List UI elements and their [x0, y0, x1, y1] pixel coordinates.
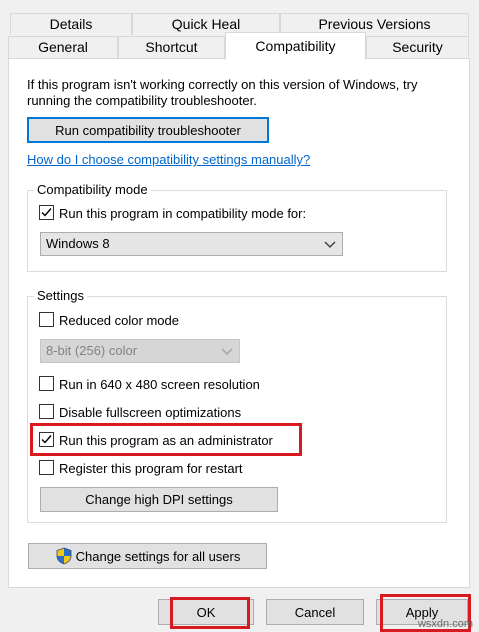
- cancel-button[interactable]: Cancel: [266, 599, 364, 625]
- compat-os-select[interactable]: Windows 8: [40, 232, 343, 256]
- tab-shortcut[interactable]: Shortcut: [118, 36, 225, 58]
- fullscreen-opt-label: Disable fullscreen optimizations: [59, 405, 242, 420]
- tab-compatibility-label: Compatibility: [255, 38, 336, 54]
- tab-general[interactable]: General: [8, 36, 118, 58]
- compat-mode-checkbox-label: Run this program in compatibility mode f…: [59, 206, 307, 221]
- change-all-users-button[interactable]: Change settings for all users: [28, 543, 267, 569]
- help-link[interactable]: How do I choose compatibility settings m…: [27, 152, 310, 168]
- color-depth-selected: 8-bit (256) color: [46, 343, 138, 358]
- run-troubleshooter-button[interactable]: Run compatibility troubleshooter: [27, 117, 269, 143]
- tab-details-label: Details: [49, 16, 93, 32]
- compatibility-panel: If this program isn't working correctly …: [8, 58, 470, 588]
- tab-general-label: General: [38, 39, 88, 55]
- uac-shield-icon: [56, 547, 72, 565]
- chevron-down-icon: [221, 348, 233, 355]
- tab-compatibility[interactable]: Compatibility: [225, 32, 366, 60]
- compatibility-mode-label: Compatibility mode: [34, 182, 151, 198]
- register-restart-checkbox[interactable]: [39, 460, 54, 475]
- intro-line-1: If this program isn't working correctly …: [27, 77, 418, 92]
- reduced-color-checkbox[interactable]: [39, 312, 54, 327]
- change-all-users-label: Change settings for all users: [75, 548, 241, 564]
- tab-security-label: Security: [392, 39, 443, 55]
- checkmark-icon: [41, 435, 52, 444]
- intro-line-2: running the compatibility troubleshooter…: [27, 93, 257, 108]
- run-as-admin-checkbox[interactable]: [39, 432, 54, 447]
- tab-details[interactable]: Details: [10, 13, 132, 35]
- tab-quick-heal-label: Quick Heal: [171, 16, 241, 32]
- ok-button[interactable]: OK: [158, 599, 254, 625]
- tab-previous-versions-label: Previous Versions: [318, 16, 431, 32]
- watermark: wsxdn.com: [417, 618, 473, 630]
- run-troubleshooter-label: Run compatibility troubleshooter: [55, 122, 241, 138]
- checkmark-icon: [41, 208, 52, 217]
- change-dpi-button[interactable]: Change high DPI settings: [40, 487, 278, 512]
- res640-label: Run in 640 x 480 screen resolution: [59, 377, 260, 392]
- compat-mode-checkbox[interactable]: [39, 205, 54, 220]
- run-as-admin-label: Run this program as an administrator: [59, 433, 273, 448]
- fullscreen-opt-checkbox[interactable]: [39, 404, 54, 419]
- color-depth-select[interactable]: 8-bit (256) color: [40, 339, 240, 363]
- chevron-down-icon: [324, 241, 336, 248]
- tab-shortcut-label: Shortcut: [145, 39, 198, 55]
- register-restart-label: Register this program for restart: [59, 461, 243, 476]
- cancel-label: Cancel: [294, 604, 336, 620]
- change-dpi-label: Change high DPI settings: [85, 492, 233, 507]
- res640-checkbox[interactable]: [39, 376, 54, 391]
- tab-security[interactable]: Security: [366, 36, 469, 58]
- ok-label: OK: [196, 604, 216, 620]
- settings-label: Settings: [34, 288, 87, 304]
- compat-os-selected: Windows 8: [46, 236, 110, 251]
- compatibility-mode-group: [27, 190, 447, 272]
- reduced-color-label: Reduced color mode: [59, 313, 179, 328]
